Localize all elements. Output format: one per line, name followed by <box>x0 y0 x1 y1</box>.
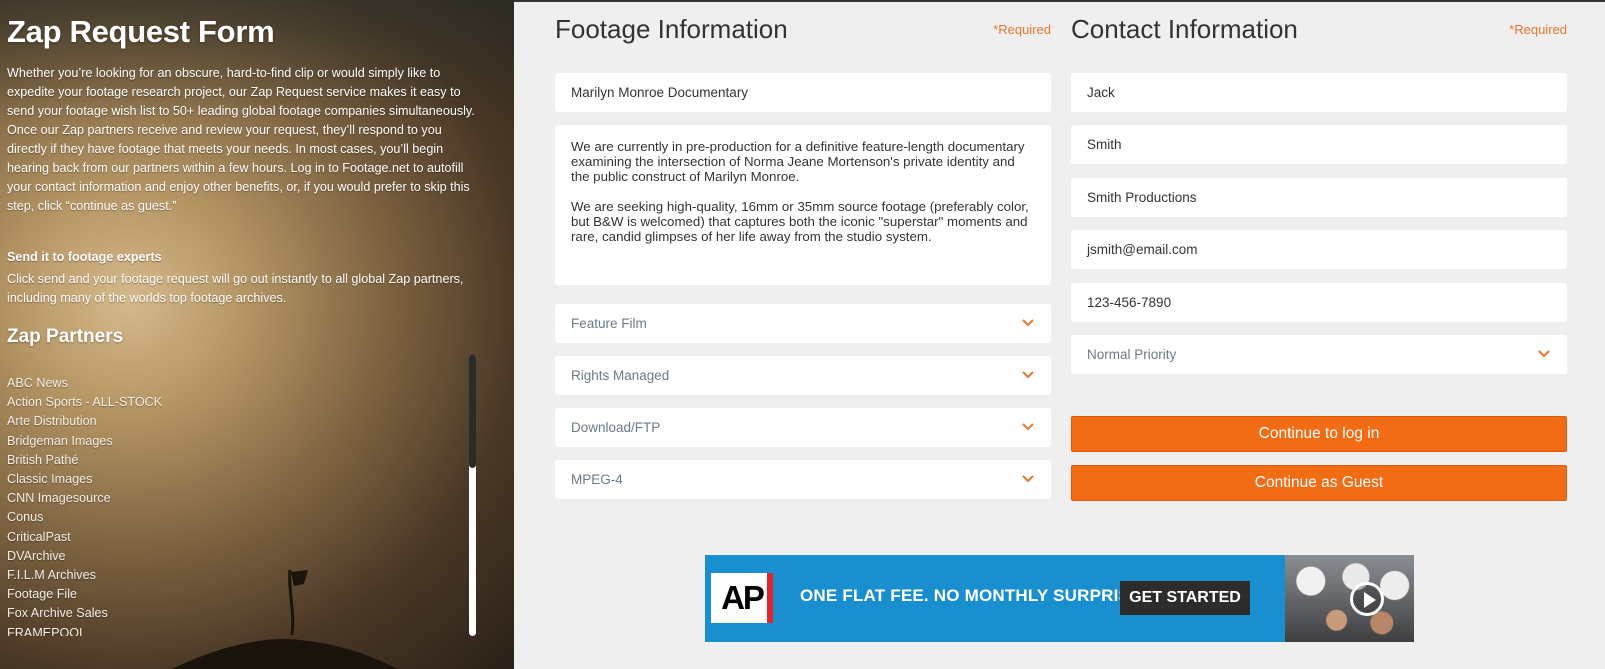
partner-item: Arte Distribution <box>7 414 97 429</box>
partner-item: CriticalPast <box>7 529 71 544</box>
partner-item: Action Sports - ALL-STOCK <box>7 395 163 410</box>
partner-item: F.I.L.M Archives <box>7 568 96 583</box>
project-title-value: Marilyn Monroe Documentary <box>571 85 749 100</box>
project-title-field[interactable]: Marilyn Monroe Documentary <box>555 73 1051 112</box>
continue-login-button[interactable]: Continue to log in <box>1071 416 1567 452</box>
delivery-select[interactable]: Download/FTP <box>555 408 1051 447</box>
partner-item: Bridgeman Images <box>7 433 113 448</box>
priority-select[interactable]: Normal Priority <box>1071 335 1567 374</box>
partners-list: ABC News Action Sports - ALL-STOCK Arte … <box>7 374 467 636</box>
license-type-select[interactable]: Rights Managed <box>555 356 1051 395</box>
partner-item: FRAMEPOOL <box>7 625 87 636</box>
footage-title: Footage Information <box>555 14 788 44</box>
intro-text: Whether you’re looking for an obscure, h… <box>7 66 475 213</box>
ap-logo: AP <box>711 573 773 623</box>
company-value: Smith Productions <box>1087 190 1197 205</box>
priority-value: Normal Priority <box>1087 347 1177 362</box>
description-textarea[interactable]: We are currently in pre-production for a… <box>555 125 1051 285</box>
ad-tagline: ONE FLAT FEE. NO MONTHLY SURPRISES. <box>800 586 1159 605</box>
description-paragraph: We are currently in pre-production for a… <box>571 139 1025 184</box>
phone-field[interactable]: 123-456-7890 <box>1071 283 1567 322</box>
partner-item: Footage File <box>7 587 78 602</box>
contact-title: Contact Information <box>1071 14 1298 44</box>
ap-ad-banner[interactable]: AP ONE FLAT FEE. NO MONTHLY SURPRISES. G… <box>705 555 1414 642</box>
partner-item: DVArchive <box>7 548 66 563</box>
get-started-button[interactable]: GET STARTED <box>1120 581 1250 615</box>
scrollbar-thumb[interactable] <box>469 354 476 468</box>
required-note: *Required <box>993 22 1051 37</box>
license-type-value: Rights Managed <box>571 368 670 383</box>
email-value: jsmith@email.com <box>1087 242 1198 257</box>
continue-guest-button[interactable]: Continue as Guest <box>1071 465 1567 501</box>
email-field[interactable]: jsmith@email.com <box>1071 230 1567 269</box>
last-name-value: Smith <box>1087 137 1122 152</box>
last-name-field[interactable]: Smith <box>1071 125 1567 164</box>
description-paragraph: We are seeking high-quality, 16mm or 35m… <box>571 199 1029 244</box>
page-title: Zap Request Form <box>7 14 275 49</box>
partner-item: Classic Images <box>7 472 93 487</box>
send-heading: Send it to footage experts <box>7 250 162 264</box>
ap-logo-text: AP <box>721 579 765 616</box>
chevron-down-icon <box>1022 423 1034 431</box>
hero-panel: Zap Request Form Whether you’re looking … <box>0 0 514 669</box>
partner-item: ABC News <box>7 376 68 390</box>
play-icon[interactable] <box>1350 582 1384 616</box>
partner-item: Fox Archive Sales <box>7 606 108 621</box>
chevron-down-icon <box>1022 319 1034 327</box>
required-note: *Required <box>1509 22 1567 37</box>
ap-logo-accent <box>767 573 773 623</box>
chevron-down-icon <box>1538 350 1550 358</box>
chevron-down-icon <box>1022 475 1034 483</box>
phone-value: 123-456-7890 <box>1087 295 1172 310</box>
send-text: Click send and your footage request will… <box>7 272 464 305</box>
partner-item: Conus <box>7 510 44 525</box>
partners-heading: Zap Partners <box>7 326 124 347</box>
production-type-select[interactable]: Feature Film <box>555 304 1051 343</box>
partner-item: CNN Imagesource <box>7 491 111 506</box>
first-name-value: Jack <box>1087 85 1115 100</box>
first-name-field[interactable]: Jack <box>1071 73 1567 112</box>
delivery-value: Download/FTP <box>571 420 661 435</box>
partners-scrollbar[interactable] <box>469 354 476 636</box>
company-field[interactable]: Smith Productions <box>1071 178 1567 217</box>
partner-item: British Pathé <box>7 452 79 467</box>
format-value: MPEG-4 <box>571 472 623 487</box>
top-border <box>514 0 1605 2</box>
production-type-value: Feature Film <box>571 316 647 331</box>
chevron-down-icon <box>1022 371 1034 379</box>
format-select[interactable]: MPEG-4 <box>555 460 1051 499</box>
